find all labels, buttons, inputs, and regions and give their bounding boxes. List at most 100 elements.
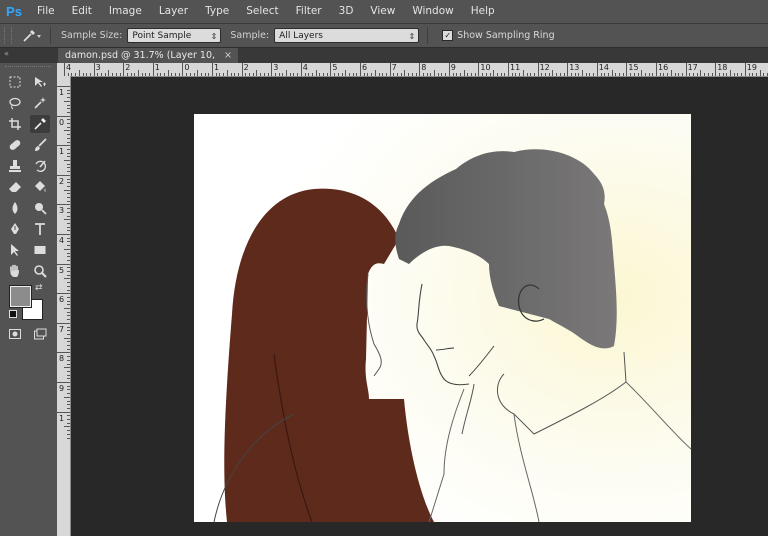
eyedropper-icon[interactable] — [30, 115, 50, 133]
ruler-minor-tick — [67, 211, 70, 213]
ruler-minor-tick — [371, 73, 373, 76]
hand-icon[interactable] — [5, 262, 25, 280]
ruler-minor-tick — [393, 73, 395, 76]
eraser-icon[interactable] — [5, 178, 25, 196]
blur-icon[interactable] — [5, 199, 25, 217]
ruler-label: 2 — [125, 63, 131, 72]
spot-healing-icon[interactable] — [5, 136, 25, 154]
menu-bar: Ps File Edit Image Layer Type Select Fil… — [0, 0, 768, 24]
ruler-tick — [57, 382, 70, 383]
crop-icon[interactable] — [5, 115, 25, 133]
lasso-icon[interactable] — [5, 94, 25, 112]
menu-3d[interactable]: 3D — [330, 0, 362, 23]
dodge-icon[interactable] — [30, 199, 50, 217]
menu-type[interactable]: Type — [196, 0, 237, 23]
ruler-minor-tick — [707, 73, 709, 76]
collapse-panels-icon[interactable]: « — [4, 49, 9, 58]
horizontal-ruler[interactable]: 4 3 2 1 0 1 2 3 4 5 6 7 8 9 10 11 12 13 14 15 16 17 18 19 — [57, 63, 768, 77]
magic-wand-icon[interactable] — [30, 94, 50, 112]
path-selection-icon[interactable] — [5, 241, 25, 259]
clone-stamp-icon[interactable] — [5, 157, 25, 175]
eyedropper-icon — [23, 29, 41, 42]
ruler-minor-tick — [319, 73, 321, 76]
menu-window[interactable]: Window — [403, 0, 461, 23]
ruler-label: 4 — [302, 63, 308, 72]
ruler-tick — [182, 63, 184, 76]
sample-size-select[interactable]: Point Sample ⇕ — [127, 28, 222, 43]
ruler-minor-tick — [67, 237, 70, 239]
ruler-label: 8 — [421, 63, 427, 72]
ruler-minor-tick — [67, 182, 70, 184]
ruler-minor-tick — [315, 70, 317, 76]
tools-panel: ⇄ — [0, 63, 58, 536]
pen-icon[interactable] — [5, 220, 25, 238]
ruler-minor-tick — [274, 73, 276, 76]
ruler-minor-tick — [711, 73, 713, 76]
ruler-minor-tick — [67, 126, 70, 128]
rectangular-marquee-icon[interactable] — [5, 73, 25, 91]
menu-help[interactable]: Help — [462, 0, 503, 23]
paint-bucket-icon[interactable] — [30, 178, 50, 196]
ruler-minor-tick — [245, 73, 247, 76]
photoshop-logo: Ps — [6, 4, 22, 19]
ruler-minor-tick — [171, 73, 173, 76]
document-tab[interactable]: damon.psd @ 31.7% (Layer 10, RGB/8) * × — [58, 48, 238, 76]
zoom-icon[interactable] — [30, 262, 50, 280]
default-colors-icon[interactable] — [9, 310, 17, 318]
show-sampling-ring-checkbox[interactable]: ✓ — [442, 30, 454, 41]
menu-edit[interactable]: Edit — [63, 0, 100, 23]
tools-grip[interactable] — [5, 66, 51, 69]
ruler-minor-tick — [759, 70, 761, 76]
ruler-minor-tick — [630, 73, 632, 76]
ruler-minor-tick — [67, 393, 70, 395]
menu-image[interactable]: Image — [100, 0, 150, 23]
ruler-minor-tick — [67, 285, 70, 287]
brush-icon[interactable] — [30, 136, 50, 154]
ruler-minor-tick — [67, 274, 70, 276]
options-bar: Sample Size: Point Sample ⇕ Sample: All … — [0, 24, 768, 48]
tool-preset-picker[interactable] — [18, 27, 46, 44]
ruler-minor-tick — [286, 70, 287, 76]
ruler-minor-tick — [397, 73, 398, 76]
quick-mask-icon[interactable] — [5, 325, 25, 343]
options-separator — [427, 27, 429, 44]
move-icon[interactable] — [30, 73, 50, 91]
menu-select[interactable]: Select — [237, 0, 286, 23]
ruler-minor-tick — [67, 359, 70, 361]
rectangle-shape-icon[interactable] — [30, 241, 50, 259]
sample-select[interactable]: All Layers ⇕ — [274, 28, 420, 43]
ruler-minor-tick — [593, 73, 595, 76]
ruler-minor-tick — [363, 73, 365, 76]
type-icon[interactable] — [30, 220, 50, 238]
ruler-tick — [626, 63, 628, 76]
close-icon[interactable]: × — [224, 48, 232, 63]
ruler-minor-tick — [434, 70, 435, 76]
ruler-minor-tick — [485, 73, 487, 76]
ruler-tick — [57, 263, 70, 265]
vertical-ruler[interactable]: 1 0 1 2 3 4 5 6 7 8 9 1 — [57, 76, 71, 536]
ruler-label: 0 — [59, 117, 65, 127]
menu-filter[interactable]: Filter — [287, 0, 330, 23]
ruler-minor-tick — [456, 73, 458, 76]
ruler-minor-tick — [67, 348, 70, 350]
ruler-minor-tick — [197, 70, 199, 76]
ruler-minor-tick — [67, 407, 70, 409]
document-canvas[interactable] — [194, 114, 691, 522]
ruler-minor-tick — [126, 73, 128, 76]
menu-file[interactable]: File — [28, 0, 63, 23]
screen-mode-icon[interactable] — [30, 325, 50, 343]
ruler-minor-tick — [367, 73, 369, 76]
foreground-color-swatch[interactable] — [9, 285, 32, 308]
ruler-minor-tick — [67, 341, 70, 343]
ruler-minor-tick — [663, 73, 665, 76]
ruler-minor-tick — [704, 73, 706, 76]
menu-layer[interactable]: Layer — [150, 0, 196, 23]
options-grip[interactable] — [4, 27, 12, 44]
chevron-updown-icon: ⇕ — [210, 32, 218, 41]
ruler-minor-tick — [64, 130, 70, 132]
swap-colors-icon[interactable]: ⇄ — [35, 283, 43, 293]
ruler-minor-tick — [411, 73, 413, 76]
menu-view[interactable]: View — [361, 0, 403, 23]
history-brush-icon[interactable] — [30, 157, 50, 175]
ruler-minor-tick — [189, 73, 191, 76]
